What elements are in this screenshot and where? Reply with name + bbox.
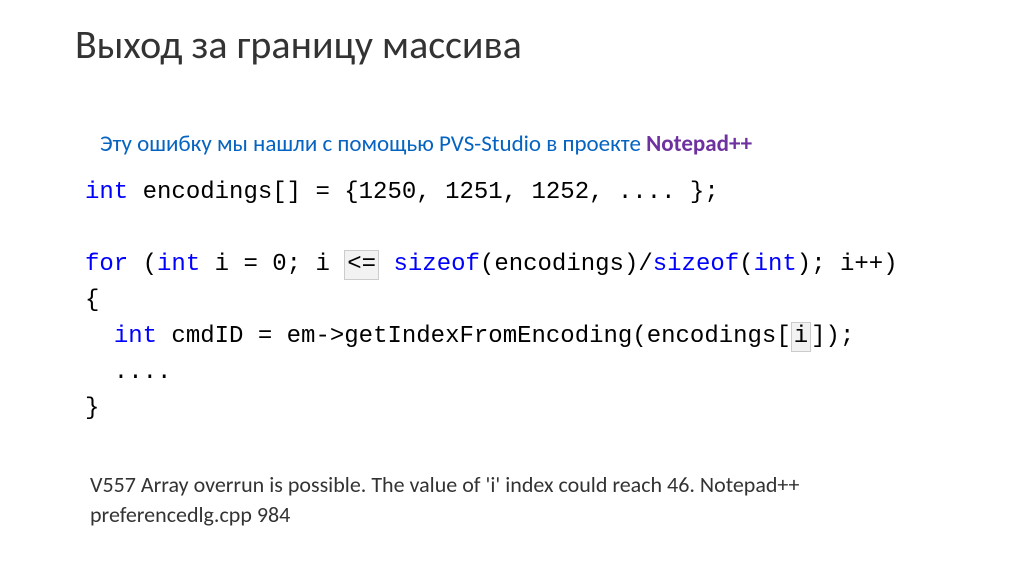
code-text: encodings[] = {1250, 1251, 1252, .... }; [128,179,719,206]
code-keyword-sizeof: sizeof [394,251,480,278]
code-keyword-int: int [754,251,797,278]
code-text: ( [739,251,753,278]
subtitle-text: Эту ошибку мы нашли с помощью PVS-Studio… [100,130,646,158]
code-text: ( [128,251,157,278]
code-keyword-int: int [114,323,157,350]
subtitle-project: Notepad++ [646,130,752,158]
code-text: { [85,287,99,314]
code-text: i = 0; i [200,251,344,278]
code-text: } [85,395,99,422]
code-text: cmdID = em->getIndexFromEncoding(encodin… [157,323,791,350]
code-keyword-int: int [85,179,128,206]
slide-title: Выход за границу массива [75,20,522,69]
code-text: .... [85,359,171,386]
code-text: ); i++) [797,251,898,278]
code-highlight-operator: <= [344,250,379,280]
code-keyword-for: for [85,251,128,278]
code-highlight-var: i [791,322,811,352]
code-keyword-sizeof: sizeof [653,251,739,278]
code-text [85,323,114,350]
diagnostic-message: V557 Array overrun is possible. The valu… [90,470,940,529]
slide: Выход за границу массива Эту ошибку мы н… [0,0,1024,574]
code-text: ]); [811,323,854,350]
code-text: (encodings)/ [480,251,653,278]
code-block: int encodings[] = {1250, 1251, 1252, ...… [85,175,898,427]
code-keyword-int: int [157,251,200,278]
slide-subtitle: Эту ошибку мы нашли с помощью PVS-Studio… [100,130,752,158]
code-text [379,251,393,278]
